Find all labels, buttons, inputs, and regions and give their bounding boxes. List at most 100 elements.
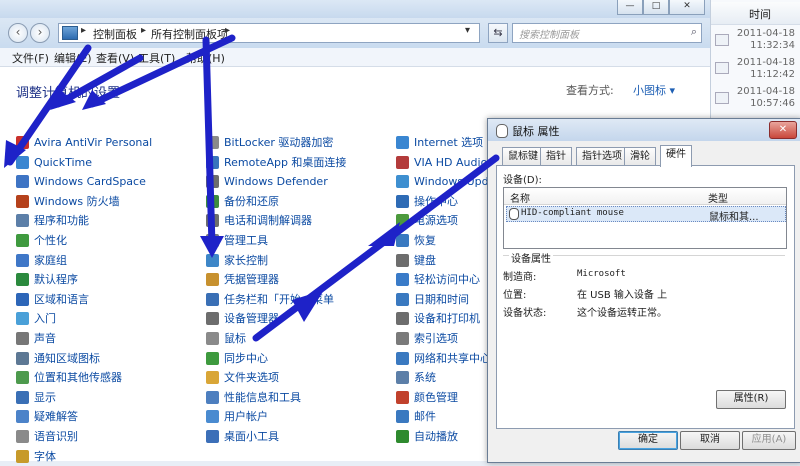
control-panel-item-label: 设备和打印机 — [414, 312, 480, 326]
device-row[interactable]: HID-compliant mouse 鼠标和其... — [506, 206, 786, 223]
breadcrumb-all-items[interactable]: 所有控制面板项 — [151, 26, 228, 42]
control-panel-item[interactable]: 同步中心 — [206, 350, 268, 368]
control-panel-item[interactable]: 家长控制 — [206, 252, 268, 270]
control-panel-item[interactable]: 凭据管理器 — [206, 271, 279, 289]
control-panel-item[interactable]: 管理工具 — [206, 232, 268, 250]
search-icon[interactable]: ⌕ — [691, 25, 697, 39]
control-panel-item[interactable]: 操作中心 — [396, 193, 458, 211]
menu-tools[interactable]: 工具(T) — [138, 50, 175, 66]
forward-button[interactable]: › — [30, 23, 50, 43]
dialog-close-button[interactable]: ✕ — [769, 121, 797, 139]
control-panel-item-label: 管理工具 — [224, 234, 268, 247]
address-bar[interactable]: ▸ 控制面板 ▸ 所有控制面板项 ▸ ▾ — [58, 23, 480, 43]
control-panel-item[interactable]: 系统 — [396, 369, 436, 387]
control-panel-item-label: 邮件 — [414, 410, 436, 424]
tab-pointer-options[interactable]: 指针选项 — [576, 147, 628, 166]
menu-help[interactable]: 帮助(H) — [186, 50, 225, 66]
control-panel-item[interactable]: 电话和调制解调器 — [206, 212, 312, 230]
ok-button[interactable]: 确定 — [618, 431, 678, 450]
title-bar: — □ ✕ — [0, 0, 710, 18]
control-panel-item[interactable]: Windows Defender — [206, 173, 328, 191]
control-panel-item-label: 语音识别 — [34, 430, 78, 443]
device-list[interactable]: 名称 类型 HID-compliant mouse 鼠标和其... — [503, 187, 787, 249]
control-panel-item-label: 系统 — [414, 371, 436, 385]
cancel-button[interactable]: 取消 — [680, 431, 740, 450]
control-panel-item-label: 凭据管理器 — [224, 273, 279, 287]
refresh-button[interactable]: ⇆ — [488, 23, 508, 43]
search-input[interactable]: 搜索控制面板 ⌕ — [512, 23, 702, 43]
maximize-button[interactable]: □ — [643, 0, 669, 15]
control-panel-item[interactable]: 个性化 — [16, 232, 67, 250]
menu-edit[interactable]: 编辑(E) — [54, 50, 92, 66]
control-panel-item-icon — [396, 390, 409, 404]
control-panel-item[interactable]: 语音识别 — [16, 428, 78, 446]
control-panel-item[interactable]: 日期和时间 — [396, 291, 469, 309]
manufacturer-label: 制造商: — [503, 272, 537, 283]
tab-pointers[interactable]: 指针 — [540, 147, 572, 166]
tab-hardware[interactable]: 硬件 — [660, 145, 692, 167]
minimize-button[interactable]: — — [617, 0, 643, 15]
control-panel-item[interactable]: 位置和其他传感器 — [16, 369, 122, 387]
control-panel-item[interactable]: QuickTime — [16, 154, 92, 172]
control-panel-item[interactable]: 任务栏和「开始」菜单 — [206, 291, 334, 309]
tab-buttons[interactable]: 鼠标键 — [502, 147, 544, 166]
control-panel-item-icon — [396, 430, 409, 443]
view-by-dropdown[interactable]: 小图标 ▾ — [633, 82, 675, 98]
control-panel-item[interactable]: 性能信息和工具 — [206, 389, 301, 407]
control-panel-item[interactable]: 用户帐户 — [206, 408, 268, 426]
control-panel-item-icon — [16, 292, 29, 306]
control-panel-item[interactable]: 声音 — [16, 330, 56, 348]
menu-view[interactable]: 查看(V) — [96, 50, 134, 66]
control-panel-item-label: 用户帐户 — [224, 410, 268, 424]
dialog-title-bar[interactable]: 鼠标 属性 ✕ — [488, 119, 800, 141]
control-panel-item[interactable]: 家庭组 — [16, 252, 67, 270]
control-panel-item[interactable]: 邮件 — [396, 408, 436, 426]
column-type-header[interactable]: 类型 — [708, 190, 728, 205]
control-panel-item[interactable]: 电源选项 — [396, 212, 458, 230]
control-panel-item[interactable]: 区域和语言 — [16, 291, 89, 309]
control-panel-item[interactable]: Windows 防火墙 — [16, 193, 120, 211]
control-panel-item[interactable]: Internet 选项 — [396, 134, 483, 152]
control-panel-item[interactable]: 鼠标 — [206, 330, 246, 348]
control-panel-item-icon — [396, 351, 409, 365]
control-panel-item[interactable]: 索引选项 — [396, 330, 458, 348]
control-panel-item[interactable]: 显示 — [16, 389, 56, 407]
control-panel-item[interactable]: RemoteApp 和桌面连接 — [206, 154, 346, 172]
control-panel-item[interactable]: 默认程序 — [16, 271, 78, 289]
control-panel-item[interactable]: 备份和还原 — [206, 193, 279, 211]
control-panel-item-icon — [396, 332, 409, 345]
menu-file[interactable]: 文件(F) — [12, 50, 49, 66]
back-button[interactable]: ‹ — [8, 23, 28, 43]
control-panel-item[interactable]: 轻松访问中心 — [396, 271, 480, 289]
control-panel-item[interactable]: 程序和功能 — [16, 212, 89, 230]
control-panel-item[interactable]: 桌面小工具 — [206, 428, 279, 446]
control-panel-item-icon — [396, 273, 409, 287]
control-panel-item-icon — [16, 194, 29, 208]
apply-button[interactable]: 应用(A) — [742, 431, 796, 450]
tab-wheel[interactable]: 滑轮 — [624, 147, 656, 166]
control-panel-item[interactable]: 字体 — [16, 448, 56, 466]
control-panel-item[interactable]: 自动播放 — [396, 428, 458, 446]
control-panel-item[interactable]: 设备和打印机 — [396, 310, 480, 328]
device-properties-button[interactable]: 属性(R) — [716, 390, 786, 409]
control-panel-item[interactable]: 颜色管理 — [396, 389, 458, 407]
address-dropdown-icon[interactable]: ▾ — [465, 25, 470, 36]
control-panel-item[interactable]: 网络和共享中心 — [396, 350, 491, 368]
column-name-header[interactable]: 名称 — [510, 190, 530, 205]
breadcrumb-control-panel[interactable]: 控制面板 — [93, 26, 137, 42]
control-panel-item[interactable]: BitLocker 驱动器加密 — [206, 134, 333, 152]
control-panel-item[interactable]: 通知区域图标 — [16, 350, 100, 368]
control-panel-item[interactable]: 疑难解答 — [16, 408, 78, 426]
control-panel-item[interactable]: 文件夹选项 — [206, 369, 279, 387]
control-panel-item[interactable]: Windows CardSpace — [16, 173, 146, 191]
control-panel-item-icon — [16, 332, 29, 345]
control-panel-item-icon — [16, 273, 29, 287]
control-panel-item[interactable]: 键盘 — [396, 252, 436, 270]
devices-label: 设备(D): — [503, 175, 542, 186]
control-panel-item[interactable]: 入门 — [16, 310, 56, 328]
control-panel-item[interactable]: 设备管理器 — [206, 310, 279, 328]
control-panel-item[interactable]: 恢复 — [396, 232, 436, 250]
time-column-header[interactable]: 时间 — [711, 2, 800, 25]
close-button[interactable]: ✕ — [669, 0, 705, 15]
control-panel-item[interactable]: Avira AntiVir Personal — [16, 134, 152, 152]
